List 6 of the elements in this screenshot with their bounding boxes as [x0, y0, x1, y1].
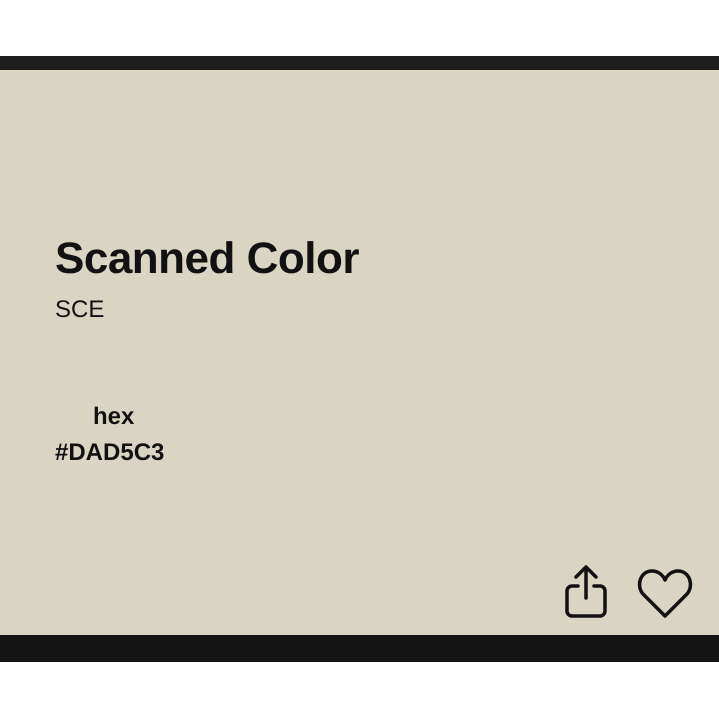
color-code: SCE	[55, 296, 104, 324]
share-icon[interactable]	[564, 565, 608, 619]
heart-icon[interactable]	[636, 569, 694, 619]
field-label: hex	[93, 402, 134, 432]
color-title: Scanned Color	[55, 234, 359, 284]
field-value: #DAD5C3	[55, 438, 164, 468]
